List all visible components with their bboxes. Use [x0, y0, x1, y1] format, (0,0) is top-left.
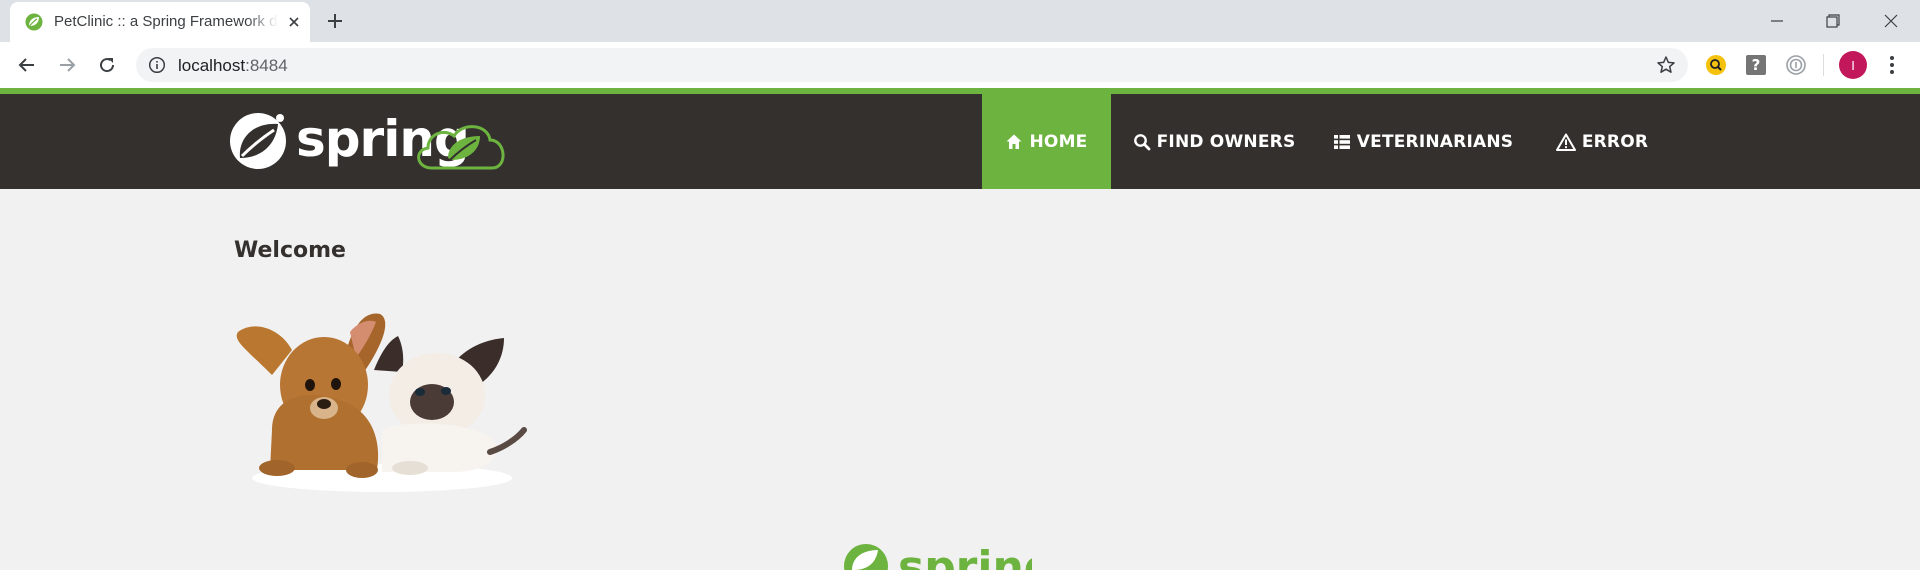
home-icon [1006, 134, 1022, 149]
url-text: localhost:8484 [178, 56, 288, 76]
puppy-illustration [236, 313, 386, 478]
warning-icon [1555, 133, 1576, 151]
avatar-initial: I [1851, 57, 1855, 73]
list-icon [1333, 134, 1350, 149]
new-tab-icon[interactable] [324, 10, 346, 32]
help-extension-icon[interactable]: ? [1743, 52, 1769, 78]
address-bar[interactable]: localhost:8484 [136, 48, 1688, 82]
browser-tab[interactable]: PetClinic :: a Spring Framework demonstr… [10, 2, 310, 42]
back-arrow-icon[interactable] [15, 53, 39, 77]
nav-find-owners-label: Find owners [1156, 131, 1296, 152]
svg-text:spring: spring [898, 542, 1032, 570]
svg-text:?: ? [1752, 56, 1761, 74]
browser-tabstrip: PetClinic :: a Spring Framework demonstr… [0, 0, 1920, 42]
url-port: :8484 [245, 56, 288, 75]
nav-find-owners[interactable]: Find owners [1124, 94, 1304, 189]
forward-arrow-icon[interactable] [55, 53, 79, 77]
nav-home[interactable]: Home [982, 94, 1111, 189]
search-extension-icon[interactable] [1703, 52, 1729, 78]
nav-veterinarians[interactable]: Veterinarians [1328, 94, 1518, 189]
kitten-illustration [374, 336, 527, 475]
url-host: localhost [178, 56, 246, 75]
nav-veterinarians-label: Veterinarians [1356, 131, 1514, 152]
more-menu-icon[interactable] [1880, 53, 1904, 77]
close-window-icon[interactable] [1876, 6, 1906, 36]
svg-text:spring: spring [296, 110, 469, 168]
search-icon [1133, 133, 1151, 150]
minimize-window-icon[interactable] [1762, 6, 1792, 36]
footer-spring-logo: spring [844, 542, 1032, 570]
browser-toolbar: localhost:8484 ? I [0, 42, 1920, 88]
site-info-icon[interactable] [148, 56, 166, 74]
nav-home-label: Home [1029, 131, 1088, 152]
nav-error-label: Error [1581, 131, 1649, 152]
main-navbar: spring Home Find owners Veterinarians Er… [0, 94, 1920, 189]
restore-window-icon[interactable] [1818, 6, 1848, 36]
pets-image [236, 313, 527, 492]
spring-logo[interactable]: spring [226, 106, 516, 174]
reload-icon[interactable] [95, 53, 119, 77]
spring-leaf-favicon-icon [25, 13, 43, 31]
profile-avatar[interactable]: I [1839, 51, 1867, 79]
page-title: Welcome [234, 238, 346, 263]
toolbar-divider [1823, 54, 1824, 76]
bookmark-star-icon[interactable] [1656, 55, 1676, 75]
nav-error[interactable]: Error [1544, 94, 1660, 189]
close-tab-icon[interactable] [286, 14, 302, 30]
tab-title: PetClinic :: a Spring Framework demonstr… [54, 13, 278, 30]
fingerprint-extension-icon[interactable] [1783, 52, 1809, 78]
